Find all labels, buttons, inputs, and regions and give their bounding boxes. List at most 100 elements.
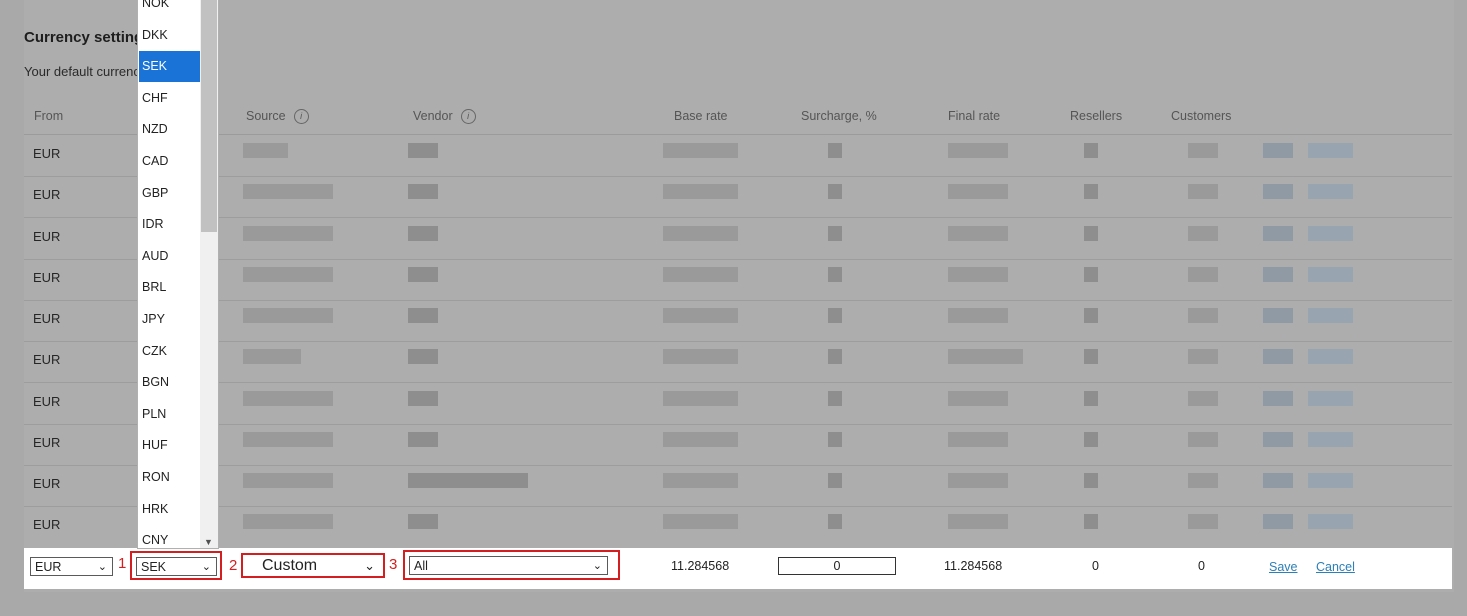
- page-title: Currency setting: [24, 29, 144, 46]
- redacted-block: [1084, 432, 1098, 447]
- redacted-block: [948, 432, 1008, 447]
- scrollbar-thumb[interactable]: [201, 0, 217, 232]
- dropdown-option[interactable]: HRK: [139, 494, 201, 525]
- table-row-from: EUR: [33, 311, 61, 326]
- info-icon[interactable]: i: [293, 109, 309, 124]
- table-row-from: EUR: [33, 476, 61, 491]
- redacted-action: [1308, 308, 1353, 323]
- dropdown-option[interactable]: BRL: [139, 272, 201, 303]
- scroll-down-arrow-icon[interactable]: ▼: [204, 537, 213, 547]
- redacted-block: [948, 143, 1008, 158]
- redacted-block: [828, 143, 842, 158]
- source-select[interactable]: Custom ⌄: [244, 556, 381, 576]
- redacted-action: [1308, 226, 1353, 241]
- dropdown-option[interactable]: CAD: [139, 146, 201, 177]
- table-row-from: EUR: [33, 270, 61, 285]
- redacted-block: [828, 473, 842, 488]
- info-icon[interactable]: i: [460, 109, 476, 124]
- dropdown-option[interactable]: BGN: [139, 367, 201, 398]
- dropdown-option[interactable]: AUD: [139, 241, 201, 272]
- redacted-action: [1308, 514, 1353, 529]
- table-row-from: EUR: [33, 352, 61, 367]
- redacted-block: [243, 391, 333, 406]
- dropdown-option[interactable]: JPY: [139, 304, 201, 335]
- chevron-down-icon: ⌄: [592, 560, 602, 572]
- from-currency-select[interactable]: EUR ⌄: [30, 557, 113, 576]
- redacted-block: [663, 184, 738, 199]
- dropdown-option[interactable]: CHF: [139, 83, 201, 114]
- from-currency-value: EUR: [35, 560, 62, 574]
- dropdown-option[interactable]: RON: [139, 462, 201, 493]
- redacted-block: [243, 184, 333, 199]
- save-link[interactable]: Save: [1269, 560, 1298, 574]
- dropdown-option[interactable]: GBP: [139, 178, 201, 209]
- customers-value: 0: [1198, 559, 1205, 573]
- redacted-block: [828, 226, 842, 241]
- redacted-block: [663, 308, 738, 323]
- redacted-action: [1263, 308, 1293, 323]
- row-divider: [24, 382, 1452, 383]
- redacted-block: [243, 308, 333, 323]
- row-divider: [24, 300, 1452, 301]
- dropdown-option[interactable]: IDR: [139, 209, 201, 240]
- header-final-rate: Final rate: [948, 109, 1001, 123]
- redacted-block: [243, 349, 301, 364]
- row-divider: [24, 217, 1452, 218]
- redacted-action: [1308, 267, 1353, 282]
- redacted-block: [663, 432, 738, 447]
- header-vendor-label: Vendor: [413, 109, 453, 123]
- dropdown-option[interactable]: DKK: [139, 20, 201, 51]
- vendor-select[interactable]: All ⌄: [409, 556, 608, 575]
- redacted-block: [243, 226, 333, 241]
- dropdown-option[interactable]: HUF: [139, 430, 201, 461]
- dropdown-option[interactable]: NZD: [139, 114, 201, 145]
- header-customers: Customers: [1171, 109, 1232, 123]
- surcharge-input[interactable]: 0: [778, 557, 896, 575]
- redacted-block: [663, 349, 738, 364]
- row-divider: [24, 465, 1452, 466]
- redacted-block: [1188, 308, 1218, 323]
- to-currency-select[interactable]: SEK ⌄: [136, 557, 217, 576]
- table-row-from: EUR: [33, 394, 61, 409]
- redacted-action: [1263, 184, 1293, 199]
- header-source-label: Source: [246, 109, 286, 123]
- settings-panel: [24, 0, 1454, 592]
- dropdown-option[interactable]: CZK: [139, 336, 201, 367]
- table-row-from: EUR: [33, 187, 61, 202]
- redacted-block: [408, 143, 438, 158]
- table-row-from: EUR: [33, 229, 61, 244]
- header-from: From: [34, 109, 64, 123]
- dropdown-option[interactable]: CNY: [139, 525, 201, 548]
- redacted-action: [1263, 391, 1293, 406]
- redacted-block: [828, 267, 842, 282]
- redacted-block: [1084, 226, 1098, 241]
- source-value: Custom: [262, 557, 318, 574]
- row-divider: [24, 176, 1452, 177]
- dropdown-option[interactable]: PLN: [139, 399, 201, 430]
- cancel-link[interactable]: Cancel: [1316, 560, 1355, 574]
- dropdown-option[interactable]: NOK: [139, 0, 201, 19]
- redacted-block: [663, 226, 738, 241]
- redacted-action: [1308, 432, 1353, 447]
- redacted-block: [1188, 143, 1218, 158]
- redacted-block: [828, 514, 842, 529]
- redacted-block: [1188, 226, 1218, 241]
- redacted-block: [948, 349, 1023, 364]
- redacted-block: [243, 432, 333, 447]
- dropdown-option[interactable]: SEK: [139, 51, 201, 83]
- redacted-block: [948, 267, 1008, 282]
- dropdown-scrollbar[interactable]: ▼: [200, 0, 218, 548]
- redacted-block: [948, 391, 1008, 406]
- redacted-block: [1188, 184, 1218, 199]
- redacted-block: [1188, 432, 1218, 447]
- redacted-block: [948, 473, 1008, 488]
- redacted-block: [408, 184, 438, 199]
- redacted-block: [1084, 514, 1098, 529]
- chevron-down-icon: ⌄: [97, 561, 107, 573]
- redacted-block: [408, 267, 438, 282]
- redacted-action: [1308, 473, 1353, 488]
- redacted-block: [1084, 267, 1098, 282]
- redacted-block: [243, 514, 333, 529]
- redacted-block: [828, 184, 842, 199]
- redacted-block: [408, 226, 438, 241]
